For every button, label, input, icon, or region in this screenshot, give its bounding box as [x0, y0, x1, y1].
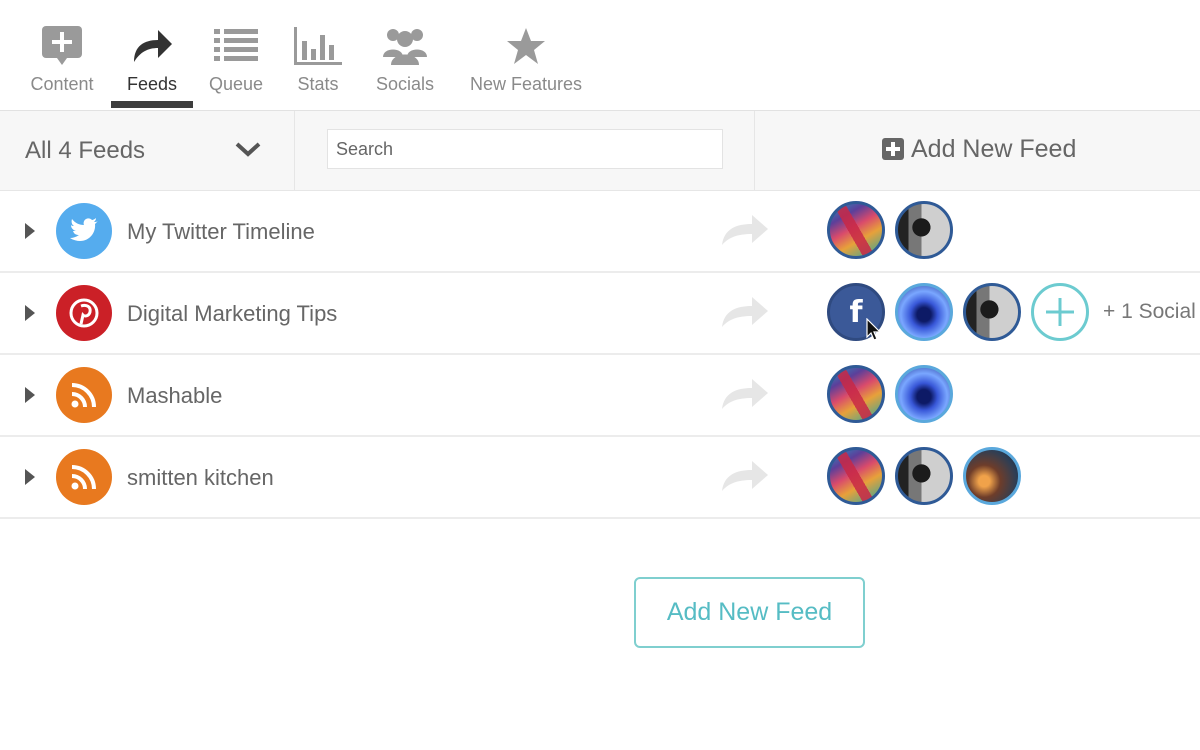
nav-socials-label: Socials	[375, 74, 435, 94]
feed-row: smitten kitchen	[0, 437, 1200, 519]
feed-row: Digital Marketing Tips f + 1 Social	[0, 273, 1200, 355]
nav-stats[interactable]: Stats	[290, 0, 346, 110]
expand-caret-icon[interactable]	[24, 304, 36, 327]
feed-row: My Twitter Timeline	[0, 191, 1200, 273]
feed-list: My Twitter Timeline Digital Marketing Ti…	[0, 191, 1200, 519]
connected-socials	[827, 199, 963, 261]
social-avatar[interactable]	[895, 283, 953, 341]
star-icon	[507, 24, 545, 68]
nav-stats-label: Stats	[297, 74, 339, 94]
social-avatar[interactable]	[895, 201, 953, 259]
feed-name[interactable]: smitten kitchen	[127, 465, 274, 491]
nav-feeds[interactable]: Feeds	[118, 0, 186, 110]
social-avatar[interactable]	[963, 447, 1021, 505]
social-avatar[interactable]	[895, 447, 953, 505]
more-socials-label[interactable]: + 1 Social	[1103, 300, 1196, 324]
top-navigation: Content Feeds Queue Stats Socials New Fe…	[0, 0, 1200, 111]
connected-socials	[827, 445, 1031, 507]
social-avatar[interactable]	[963, 283, 1021, 341]
plus-icon	[1046, 298, 1074, 326]
nav-feeds-label: Feeds	[126, 74, 178, 94]
feeds-toolbar: All 4 Feeds Add New Feed	[0, 111, 1200, 191]
share-arrow-icon[interactable]	[720, 377, 770, 416]
nav-socials[interactable]: Socials	[370, 0, 440, 110]
share-arrow-icon[interactable]	[720, 213, 770, 252]
social-avatar[interactable]	[895, 365, 953, 423]
nav-queue[interactable]: Queue	[204, 0, 268, 110]
nav-content-label: Content	[30, 74, 94, 94]
nav-queue-label: Queue	[208, 74, 264, 94]
chevron-down-icon	[235, 141, 261, 164]
social-avatar[interactable]	[827, 447, 885, 505]
feed-name[interactable]: Digital Marketing Tips	[127, 301, 337, 327]
plus-square-icon	[882, 138, 904, 165]
active-tab-indicator	[111, 101, 193, 108]
connected-socials	[827, 363, 963, 425]
connected-socials: f + 1 Social	[827, 281, 1196, 343]
add-new-feed-header-label: Add New Feed	[911, 135, 1077, 163]
feed-filter-dropdown[interactable]: All 4 Feeds	[0, 111, 295, 190]
add-new-feed-header-button[interactable]: Add New Feed	[754, 111, 1200, 190]
add-social-button[interactable]	[1031, 283, 1089, 341]
nav-content[interactable]: Content	[26, 0, 98, 110]
share-arrow-icon[interactable]	[720, 459, 770, 498]
people-icon	[381, 24, 429, 68]
feed-name[interactable]: Mashable	[127, 383, 222, 409]
list-icon	[214, 24, 258, 68]
expand-caret-icon[interactable]	[24, 386, 36, 409]
feed-row: Mashable	[0, 355, 1200, 437]
social-avatar[interactable]	[827, 201, 885, 259]
twitter-icon	[56, 203, 112, 259]
share-arrow-icon[interactable]	[720, 295, 770, 334]
bar-chart-icon	[294, 24, 342, 68]
add-new-feed-button[interactable]: Add New Feed	[634, 577, 865, 648]
rss-icon	[56, 449, 112, 505]
feed-name[interactable]: My Twitter Timeline	[127, 219, 315, 245]
social-avatar[interactable]	[827, 365, 885, 423]
rss-icon	[56, 367, 112, 423]
nav-new-features[interactable]: New Features	[466, 0, 586, 110]
feed-filter-label: All 4 Feeds	[25, 137, 146, 164]
content-plus-icon	[41, 24, 83, 68]
search-input[interactable]	[327, 129, 723, 169]
expand-caret-icon[interactable]	[24, 468, 36, 491]
mouse-cursor-icon	[866, 317, 882, 347]
expand-caret-icon[interactable]	[24, 222, 36, 245]
share-arrow-icon	[130, 24, 174, 68]
facebook-icon: f	[849, 294, 863, 330]
nav-new-features-label: New Features	[469, 74, 583, 94]
pinterest-icon	[56, 285, 112, 341]
